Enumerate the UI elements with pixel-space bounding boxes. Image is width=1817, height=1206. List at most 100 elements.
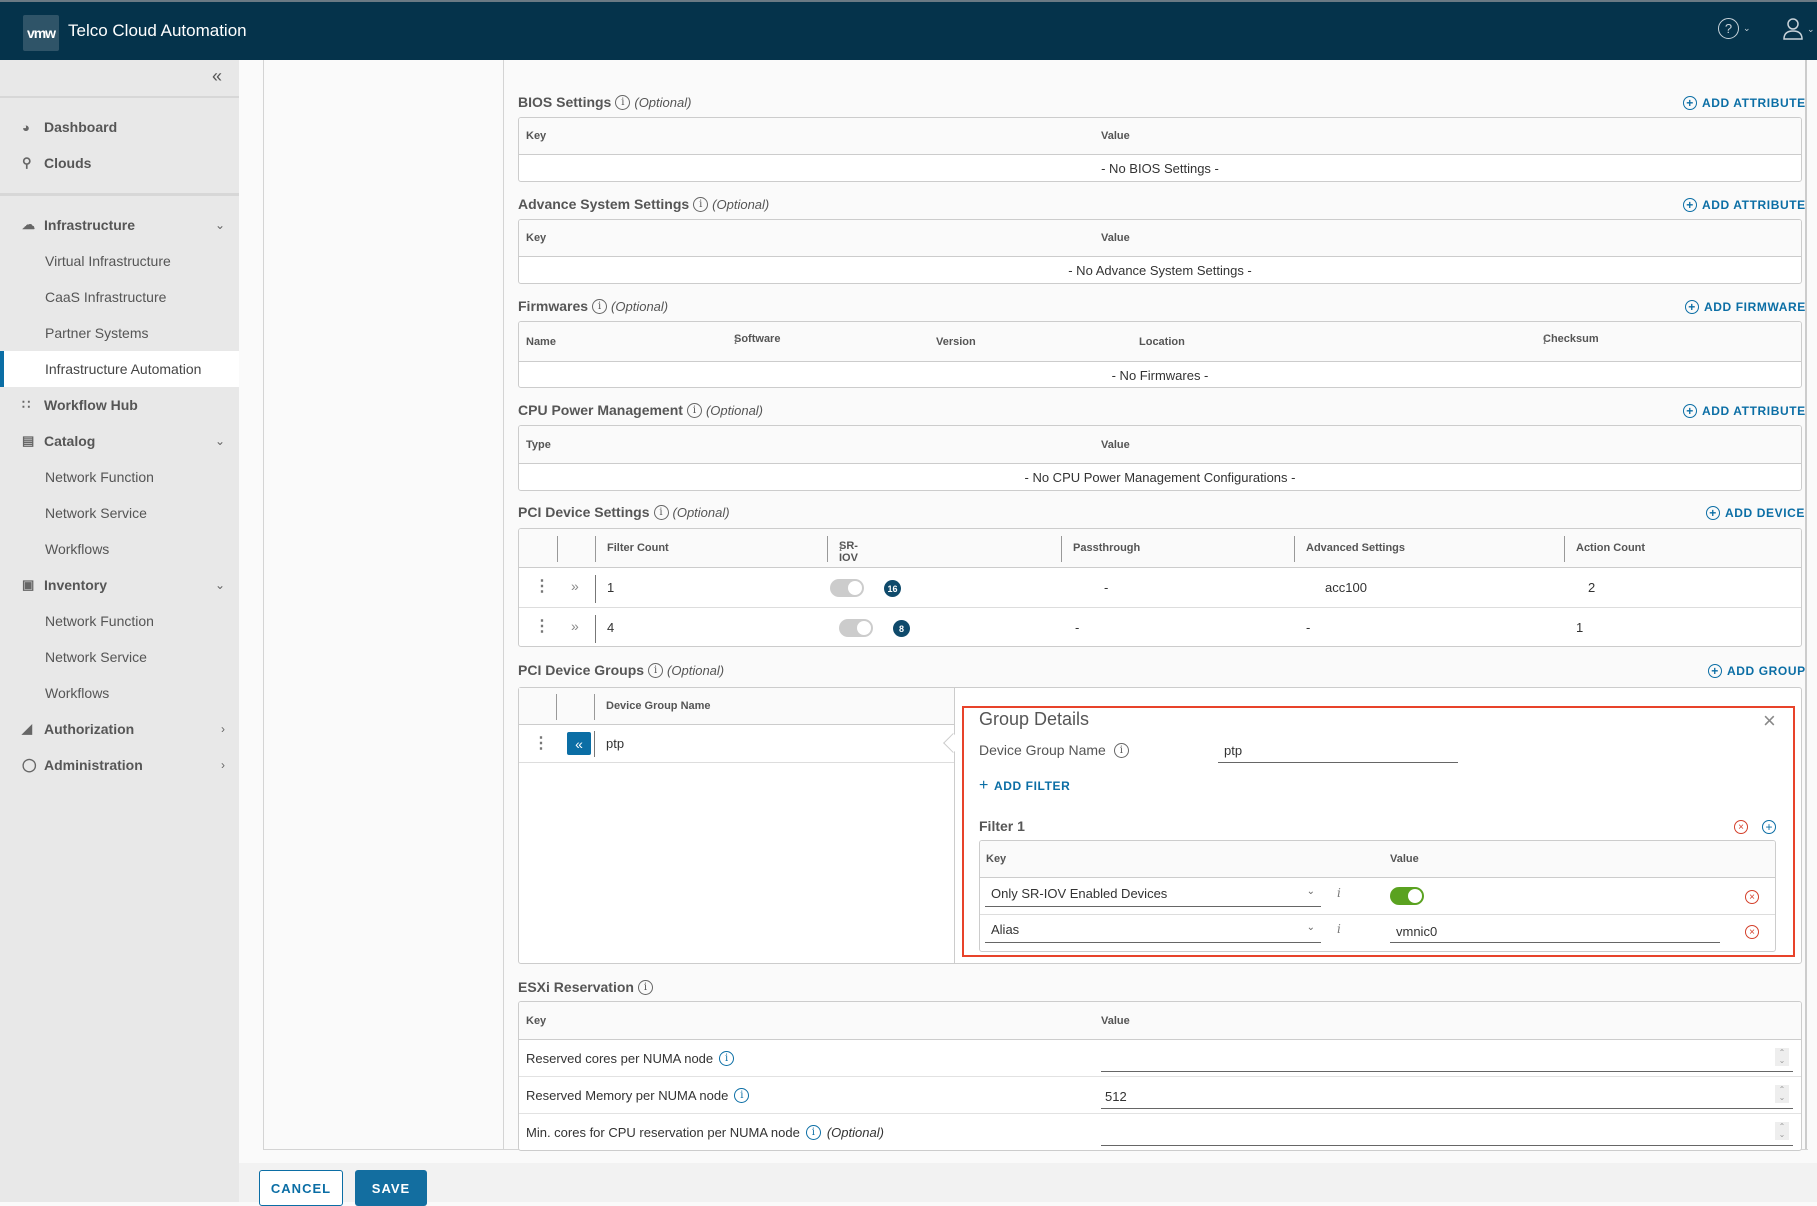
row-actions-menu[interactable]: ⋮ — [534, 616, 550, 636]
number-spinner[interactable]: ⌃ ⌄ — [1775, 1048, 1789, 1066]
sidebar-item-infrastructure-automation[interactable]: Infrastructure Automation — [0, 351, 239, 387]
info-icon[interactable]: i — [686, 402, 702, 418]
sidebar-item-infrastructure[interactable]: ☁ Infrastructure ⌄ — [0, 207, 239, 243]
sidebar-item-catalog-workflows[interactable]: Workflows — [0, 531, 239, 567]
column-divider — [557, 536, 558, 562]
table-header: Key Value — [980, 841, 1775, 878]
optional-label: (Optional) — [712, 196, 770, 212]
sidebar-item-catalog[interactable]: ▤ Catalog ⌄ — [0, 423, 239, 459]
table-row[interactable]: ⋮ » 1 16 - acc100 2 — [519, 568, 1801, 608]
info-icon[interactable]: i — [719, 1051, 735, 1066]
sidebar-item-inventory-workflows[interactable]: Workflows — [0, 675, 239, 711]
info-icon[interactable]: i — [1113, 742, 1129, 758]
remove-filter-row-button[interactable]: × — [1745, 925, 1759, 939]
filter-count-value: 1 — [607, 580, 615, 595]
collapse-sidebar-button[interactable]: « — [212, 66, 222, 87]
sidebar-item-inventory[interactable]: ▣ Inventory ⌄ — [0, 567, 239, 603]
filter-title: Filter 1 — [979, 818, 1025, 834]
expand-row-button[interactable]: » — [571, 578, 579, 594]
sidebar-item-label: Catalog — [44, 433, 96, 449]
pci-device-settings-title: PCI Device Settings i (Optional) — [518, 504, 730, 520]
lock-icon: ◢ — [22, 721, 32, 736]
add-advance-attribute-button[interactable]: + ADD ATTRIBUTE — [1683, 198, 1806, 212]
reserved-cores-input[interactable] — [1101, 1046, 1793, 1072]
reserved-memory-input[interactable]: 512 — [1101, 1083, 1793, 1109]
reservation-key: Reserved Memory per NUMA node i — [526, 1088, 750, 1103]
table-row[interactable]: ⋮ » 4 8 - - 1 — [519, 608, 1801, 646]
info-icon[interactable]: i — [592, 298, 608, 314]
add-firmware-button[interactable]: + ADD FIRMWARE — [1685, 300, 1806, 314]
plus-circle-icon: + — [1685, 300, 1699, 314]
save-button[interactable]: SAVE — [355, 1170, 427, 1206]
scrollbar[interactable] — [1805, 60, 1807, 1150]
sidebar-item-catalog-network-service[interactable]: Network Service — [0, 495, 239, 531]
device-group-name-input[interactable]: ptp — [1218, 738, 1458, 763]
section-title-text: Advance System Settings — [518, 196, 690, 212]
add-filter-row-button[interactable]: + — [1762, 820, 1776, 834]
filter-key-select[interactable]: Alias ⌄ — [985, 919, 1321, 943]
column-header-location: Location — [1139, 336, 1185, 348]
esxi-reservation-title: ESXi Reservation i — [518, 979, 653, 995]
sidebar-item-caas-infrastructure[interactable]: CaaS Infrastructure — [0, 279, 239, 315]
sriov-count-badge: 8 — [893, 620, 910, 637]
close-button[interactable]: × — [1763, 710, 1776, 732]
sidebar-item-label: CaaS Infrastructure — [45, 289, 167, 305]
sidebar-item-inventory-network-service[interactable]: Network Service — [0, 639, 239, 675]
number-spinner[interactable]: ⌃ ⌄ — [1775, 1122, 1789, 1140]
table-header: Type Value — [519, 426, 1801, 464]
column-header-action-count: Action Count — [1576, 542, 1646, 554]
catalog-icon: ▤ — [22, 433, 35, 448]
add-filter-button[interactable]: + ADD FILTER — [979, 777, 1070, 795]
sidebar-item-authorization[interactable]: ◢ Authorization › — [0, 711, 239, 747]
sidebar-item-inventory-network-function[interactable]: Network Function — [0, 603, 239, 639]
table-row[interactable]: ⋮ « ptp — [519, 725, 955, 763]
sidebar-item-label: Network Service — [45, 649, 147, 665]
info-icon[interactable]: i — [1337, 922, 1341, 936]
info-icon[interactable]: i — [805, 1125, 821, 1140]
filter-value-input[interactable]: vmnic0 — [1390, 919, 1720, 943]
min-cores-input[interactable] — [1101, 1120, 1793, 1146]
inventory-icon: ▣ — [22, 577, 35, 592]
filter-value-toggle[interactable] — [1390, 887, 1424, 905]
info-icon[interactable]: i — [615, 94, 631, 110]
help-menu[interactable]: ? ⌄ — [1718, 18, 1751, 39]
info-icon[interactable]: i — [693, 196, 709, 212]
expand-row-button[interactable]: » — [571, 618, 579, 634]
sidebar-item-administration[interactable]: ◯ Administration › — [0, 747, 239, 783]
info-icon[interactable]: i — [648, 662, 664, 678]
info-icon[interactable]: i — [1543, 333, 1547, 347]
row-actions-menu[interactable]: ⋮ — [533, 733, 549, 753]
info-icon[interactable]: i — [734, 333, 738, 347]
app-title: Telco Cloud Automation — [68, 21, 247, 40]
add-device-button[interactable]: + ADD DEVICE — [1706, 506, 1805, 520]
cancel-button[interactable]: CANCEL — [259, 1170, 343, 1206]
sidebar-item-virtual-infrastructure[interactable]: Virtual Infrastructure — [0, 243, 239, 279]
column-divider — [594, 694, 595, 720]
action-count-value: 2 — [1588, 580, 1596, 595]
sriov-toggle[interactable] — [830, 579, 864, 597]
sidebar-item-workflow-hub[interactable]: ∷ Workflow Hub — [0, 387, 239, 423]
add-group-button[interactable]: + ADD GROUP — [1708, 664, 1806, 678]
row-actions-menu[interactable]: ⋮ — [534, 576, 550, 596]
add-cpu-attribute-button[interactable]: + ADD ATTRIBUTE — [1683, 404, 1806, 418]
remove-filter-row-button[interactable]: × — [1745, 890, 1759, 904]
filter-key-select[interactable]: Only SR-IOV Enabled Devices ⌄ — [985, 883, 1321, 907]
info-icon[interactable]: i — [734, 1088, 750, 1103]
sidebar-item-catalog-network-function[interactable]: Network Function — [0, 459, 239, 495]
info-icon[interactable]: i — [839, 540, 843, 554]
info-icon[interactable]: i — [1337, 886, 1341, 900]
info-icon[interactable]: i — [637, 979, 653, 995]
advanced-settings-value: acc100 — [1325, 580, 1367, 595]
plus-circle-icon: + — [1683, 198, 1697, 212]
sidebar-item-partner-systems[interactable]: Partner Systems — [0, 315, 239, 351]
user-menu[interactable]: ⌄ — [1782, 17, 1815, 41]
add-bios-attribute-button[interactable]: + ADD ATTRIBUTE — [1683, 96, 1806, 110]
collapse-row-button[interactable]: « — [567, 732, 591, 755]
remove-filter-button[interactable]: × — [1734, 820, 1748, 834]
number-spinner[interactable]: ⌃ ⌄ — [1775, 1085, 1789, 1103]
sidebar-item-clouds[interactable]: ⚲ Clouds — [0, 145, 239, 181]
sidebar-item-label: Workflows — [45, 685, 110, 701]
info-icon[interactable]: i — [653, 504, 669, 520]
sidebar-item-dashboard[interactable]: ◕ Dashboard — [0, 109, 239, 145]
sriov-toggle[interactable] — [839, 619, 873, 637]
